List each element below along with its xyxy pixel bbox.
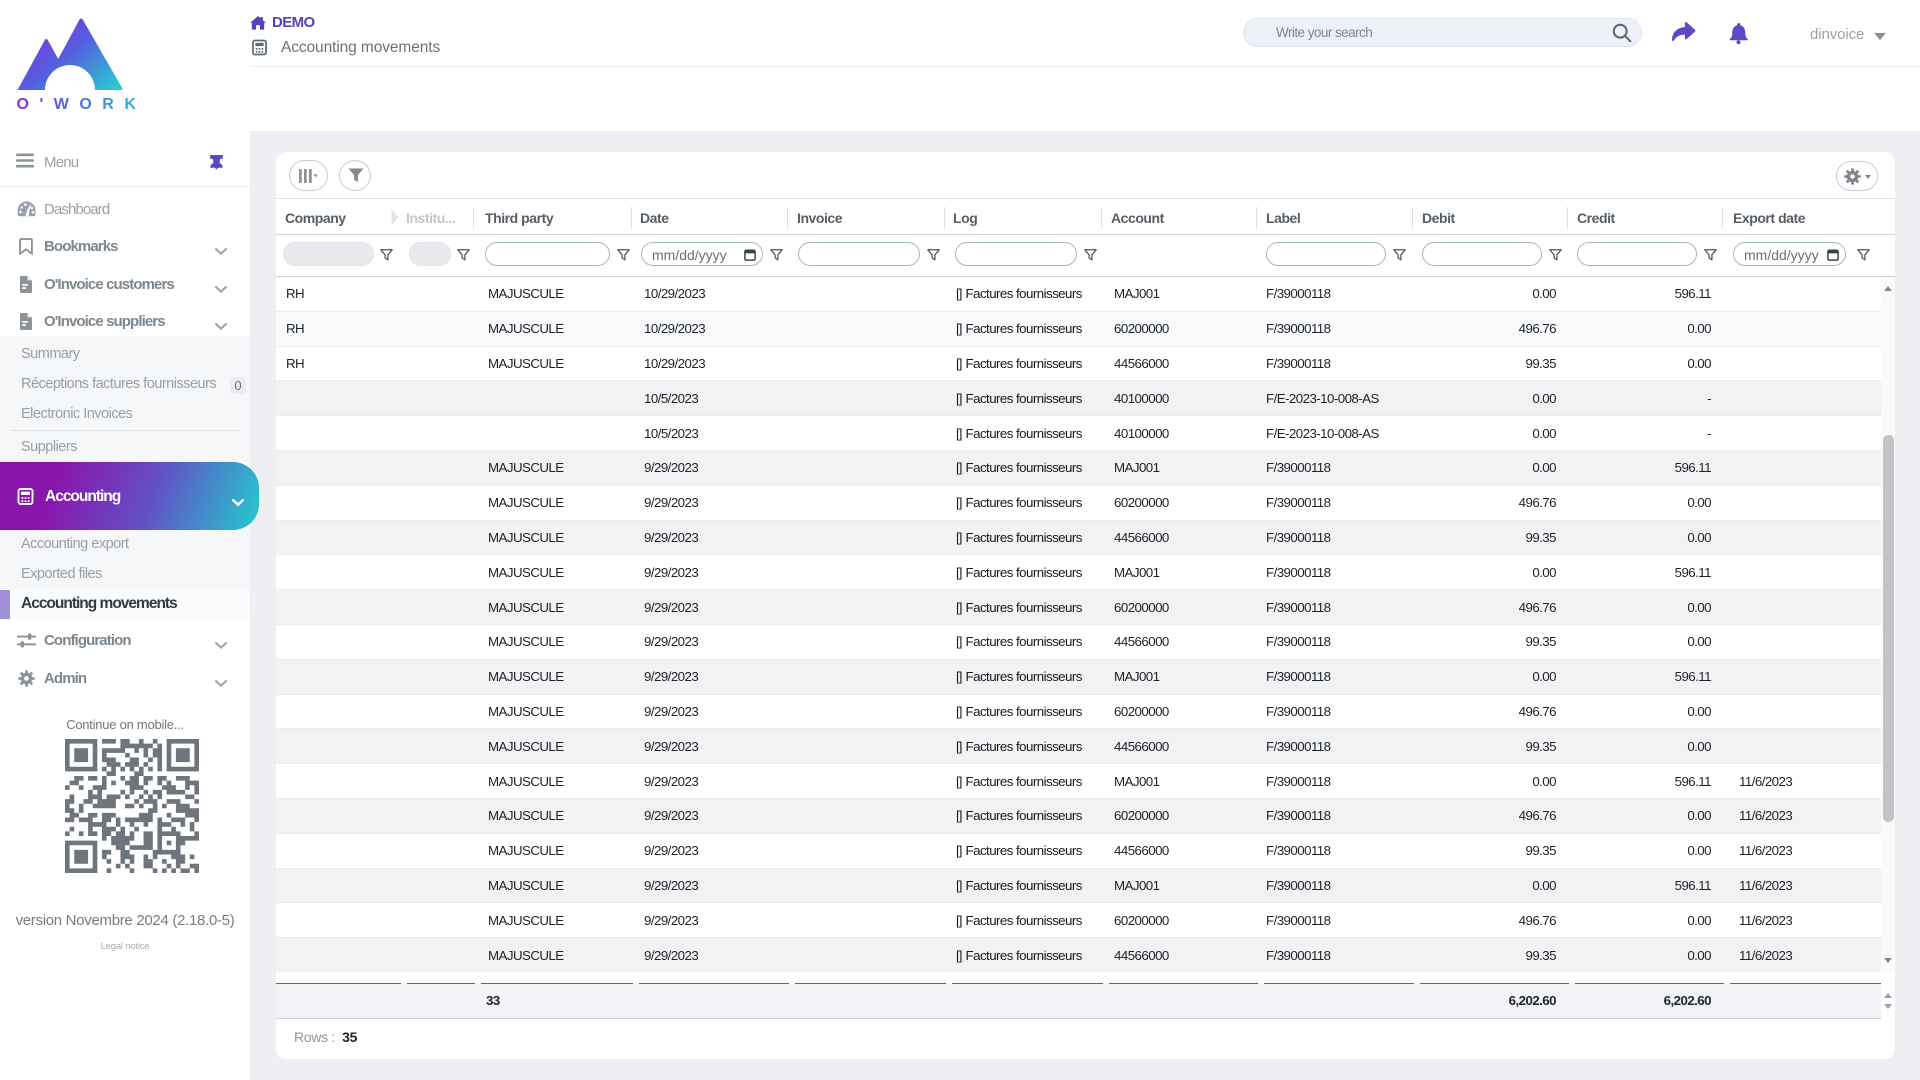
svg-text:O'WORK: O'WORK [17, 96, 147, 113]
